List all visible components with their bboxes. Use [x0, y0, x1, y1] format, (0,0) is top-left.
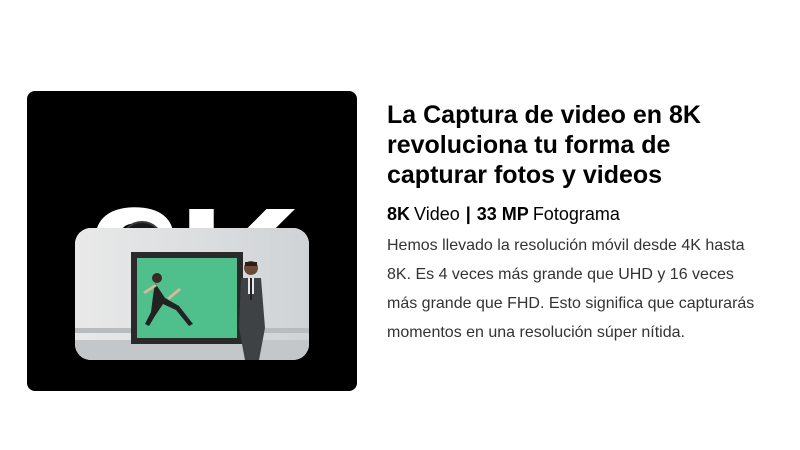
- photo-resolution-value: 33 MP: [476, 204, 529, 224]
- video-still-photo: [75, 228, 309, 360]
- photo-resolution-label: Fotograma: [532, 204, 620, 224]
- video-resolution-value: 8K: [387, 204, 411, 224]
- spec-line: 8K Video | 33 MP Fotograma: [387, 204, 767, 225]
- video-still-illustration: [75, 228, 309, 360]
- feature-headline: La Captura de video en 8K revoluciona tu…: [387, 101, 701, 189]
- feature-description: Hemos llevado la resolución móvil desde …: [387, 237, 755, 341]
- video-resolution-label: Video: [414, 204, 460, 224]
- feature-text-column: La Captura de video en 8K revoluciona tu…: [387, 100, 767, 347]
- promo-image-tile: 8K: [27, 91, 357, 391]
- spec-divider: |: [465, 204, 471, 224]
